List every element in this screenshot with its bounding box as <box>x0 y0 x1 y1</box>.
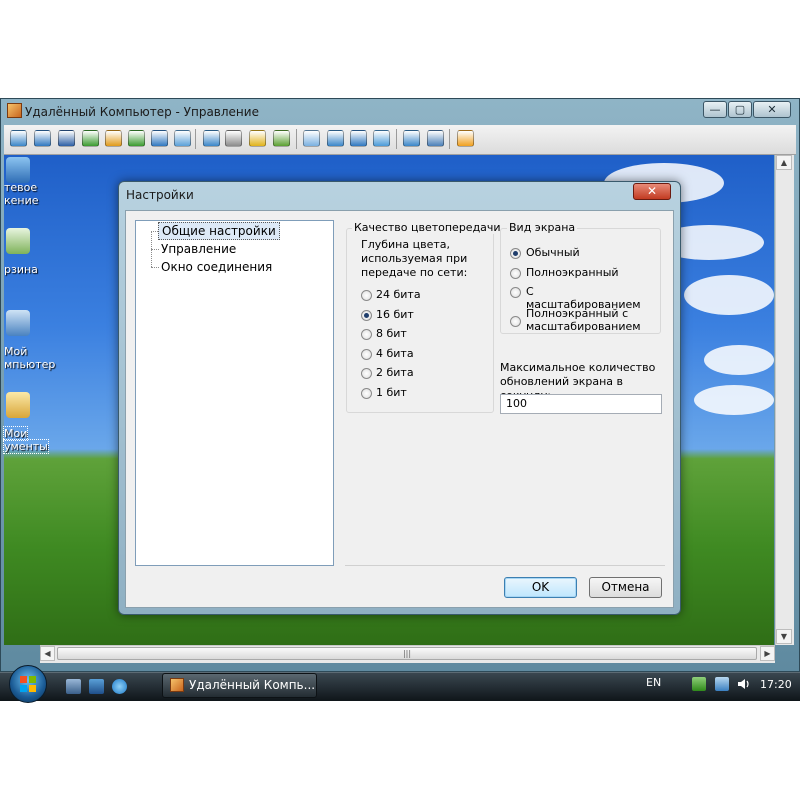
view-normal-icon[interactable] <box>303 130 320 147</box>
scroll-up-arrow-icon[interactable]: ▲ <box>776 155 792 170</box>
desktop-icon-label: мпьютер <box>4 358 56 371</box>
chat-icon[interactable] <box>174 130 191 147</box>
scroll-left-arrow-icon[interactable]: ◀ <box>40 646 55 661</box>
tree-connector <box>151 267 159 268</box>
clock[interactable]: 17:20 <box>760 678 792 691</box>
windows-logo-icon <box>20 676 36 692</box>
desktop-icon-label: ументы <box>3 439 49 454</box>
screen-view-fullscreen-radio[interactable] <box>510 268 521 279</box>
dialog-close-button[interactable]: ✕ <box>633 183 671 200</box>
color-depth-option-label: 4 бита <box>376 347 414 360</box>
language-indicator[interactable]: EN <box>646 676 661 689</box>
internet-explorer-icon[interactable] <box>112 679 127 694</box>
screen-view-label: Вид экрана <box>507 221 578 234</box>
screen-view-option-label: Полноэкранный <box>526 266 619 279</box>
monitor-icon[interactable] <box>10 130 27 147</box>
vertical-scrollbar[interactable] <box>775 155 794 645</box>
view-scale-icon[interactable] <box>350 130 367 147</box>
close-button[interactable]: ✕ <box>753 101 791 118</box>
power-icon[interactable] <box>105 130 122 147</box>
color-depth-radio[interactable] <box>361 349 372 360</box>
screen-view-scaled-radio[interactable] <box>510 287 521 298</box>
phone-icon[interactable] <box>151 130 168 147</box>
desktop-icon-label: Мои <box>2 426 29 441</box>
volume-icon[interactable] <box>737 677 751 691</box>
maximize-button[interactable]: ▢ <box>728 101 752 118</box>
view-fit-icon[interactable] <box>373 130 390 147</box>
toolbar-separator <box>195 129 196 149</box>
cloud <box>694 385 774 415</box>
tree-connector <box>151 231 158 232</box>
color-depth-option-label: 8 бит <box>376 327 407 340</box>
cloud <box>684 275 774 315</box>
color-depth-option-label: 1 бит <box>376 386 407 399</box>
screen-view-fullscreen-scaled-radio[interactable] <box>510 316 521 327</box>
toolbar-separator <box>396 129 397 149</box>
desktop-icon-label: рзина <box>4 263 38 276</box>
screen-view-option-label: Полноэкранный с масштабированием <box>526 307 641 333</box>
tree-item-connection-window[interactable]: Окно соединения <box>161 260 272 274</box>
my-documents-icon[interactable] <box>6 392 30 418</box>
toolbar-separator <box>296 129 297 149</box>
app-icon <box>170 678 184 692</box>
screen-view-normal-radio[interactable] <box>510 248 521 259</box>
desktop-icon-label: тевое <box>4 181 38 194</box>
close-session-icon[interactable] <box>457 130 474 147</box>
color-depth-option-label: 16 бит <box>376 308 414 321</box>
color-depth-description: Глубина цвета, используемая при передаче… <box>361 238 468 279</box>
cancel-button[interactable]: Отмена <box>589 577 662 598</box>
ok-button[interactable]: OK <box>504 577 577 598</box>
screen-icon[interactable] <box>34 130 51 147</box>
color-depth-radio[interactable] <box>361 329 372 340</box>
cloud <box>704 345 774 375</box>
toolbar-separator <box>449 129 450 149</box>
refresh-icon[interactable] <box>403 130 420 147</box>
console-icon[interactable] <box>58 130 75 147</box>
my-computer-icon[interactable] <box>6 310 30 336</box>
network-icon[interactable] <box>225 130 242 147</box>
color-depth-radio[interactable] <box>361 290 372 301</box>
switch-windows-icon[interactable] <box>89 679 104 694</box>
color-depth-option-label: 2 бита <box>376 366 414 379</box>
color-depth-option-label: 24 бита <box>376 288 421 301</box>
color-quality-label: Качество цветопередачи <box>352 221 503 234</box>
show-desktop-icon[interactable] <box>66 679 81 694</box>
window-title: Удалённый Компьютер - Управление <box>25 105 259 119</box>
scroll-right-arrow-icon[interactable]: ▶ <box>760 646 775 661</box>
desktop-icon-label: кение <box>4 194 39 207</box>
recycle-bin-icon[interactable] <box>6 228 30 254</box>
lock-icon[interactable] <box>249 130 266 147</box>
app-icon <box>7 103 22 118</box>
transfer-arrows-icon[interactable] <box>82 130 99 147</box>
dialog-title: Настройки <box>126 188 194 202</box>
desktop-icon-label: Мой <box>4 345 28 358</box>
monitor-check-icon[interactable] <box>128 130 145 147</box>
security-tray-icon[interactable] <box>715 677 729 691</box>
upload-icon[interactable] <box>203 130 220 147</box>
network-tray-icon[interactable] <box>692 677 706 691</box>
settings-tools-icon[interactable] <box>427 130 444 147</box>
minimize-button[interactable]: — <box>703 101 727 118</box>
taskbar-item-remote-computer[interactable]: Удалённый Компь... <box>162 673 317 698</box>
scroll-down-arrow-icon[interactable]: ▼ <box>776 629 792 644</box>
toolbar <box>4 125 796 155</box>
color-depth-radio[interactable] <box>361 388 372 399</box>
color-depth-radio[interactable] <box>361 368 372 379</box>
screen-view-option-label: Обычный <box>526 246 580 259</box>
scroll-thumb[interactable]: ||| <box>57 647 757 660</box>
network-places-icon[interactable] <box>6 157 30 183</box>
max-updates-field[interactable]: 100 <box>500 394 662 414</box>
tree-item-general[interactable]: Общие настройки <box>158 222 280 240</box>
view-fullscreen-icon[interactable] <box>327 130 344 147</box>
divider <box>345 565 665 566</box>
lock-green-icon[interactable] <box>273 130 290 147</box>
tree-connector <box>151 249 159 250</box>
color-depth-radio[interactable] <box>361 310 372 321</box>
tree-item-control[interactable]: Управление <box>161 242 236 256</box>
